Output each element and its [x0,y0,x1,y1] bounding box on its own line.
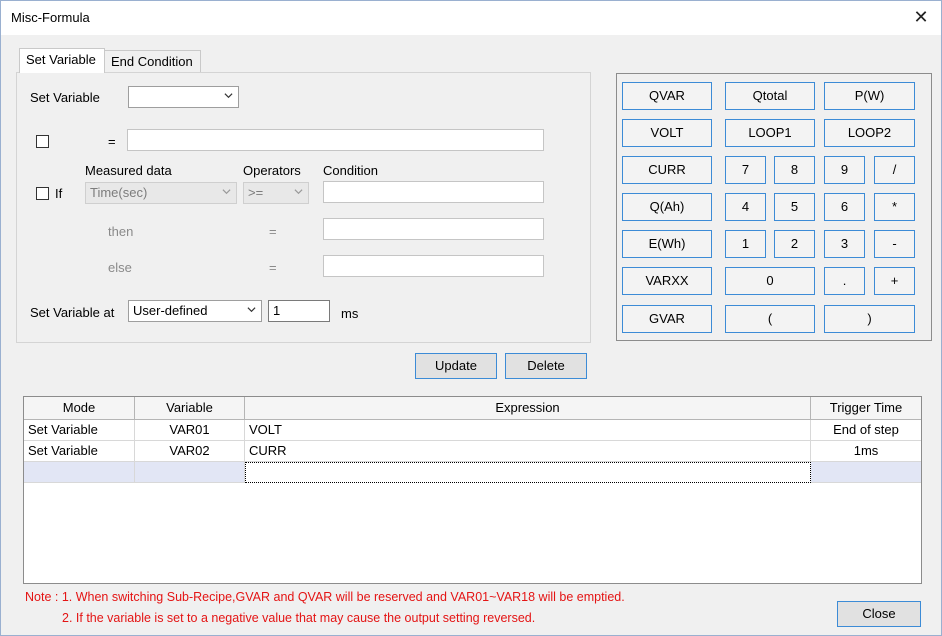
operators-header: Operators [243,163,301,178]
set-variable-label: Set Variable [30,90,100,105]
operator-select[interactable]: >= [243,182,309,204]
chevron-down-icon [222,189,231,195]
trigger-time-cell: End of step [833,422,899,437]
key-close-paren[interactable]: ) [824,305,915,333]
table-row[interactable]: Set Variable VAR02 CURR 1ms [24,441,921,462]
misc-formula-dialog: Misc-Formula ✕ Set Variable End Conditio… [0,0,942,636]
condition-input[interactable] [323,181,544,203]
chevron-down-icon [294,189,303,195]
key-3[interactable]: 3 [824,230,865,258]
table-header: Mode Variable Expression Trigger Time [24,397,921,420]
expression-cell: CURR [245,441,811,462]
key-pw[interactable]: P(W) [824,82,915,110]
trigger-time-cell[interactable] [811,462,921,483]
note-line-2: 2. If the variable is set to a negative … [62,611,536,625]
key-ewh[interactable]: E(Wh) [622,230,712,258]
key-varxx[interactable]: VARXX [622,267,712,295]
then-input[interactable] [323,218,544,240]
then-equals: = [269,224,277,239]
key-4[interactable]: 4 [725,193,766,221]
trigger-time-cell: 1ms [853,443,879,458]
table-row[interactable]: Set Variable VAR01 VOLT End of step [24,420,921,441]
column-header-mode[interactable]: Mode [24,397,135,420]
if-checkbox[interactable] [36,187,49,200]
key-8[interactable]: 8 [774,156,815,184]
key-0[interactable]: 0 [725,267,815,295]
key-qah[interactable]: Q(Ah) [622,193,712,221]
mode-cell[interactable] [24,462,135,483]
then-label: then [108,224,134,239]
tab-end-condition[interactable]: End Condition [104,50,201,73]
key-9[interactable]: 9 [824,156,865,184]
close-button[interactable]: Close [837,601,921,627]
set-variable-select[interactable] [128,86,239,108]
key-plus[interactable]: + [874,267,915,295]
set-at-mode-value: User-defined [133,303,208,318]
condition-header: Condition [323,163,378,178]
else-equals: = [269,260,277,275]
column-header-expression[interactable]: Expression [245,397,811,420]
variable-cell: VAR01 [135,420,245,441]
key-qtotal[interactable]: Qtotal [725,82,815,110]
if-label: If [55,186,63,201]
new-table-row[interactable] [24,462,921,483]
key-decimal[interactable]: . [824,267,865,295]
close-window-icon[interactable]: ✕ [911,7,931,27]
operator-value: >= [248,185,264,200]
key-volt[interactable]: VOLT [622,119,712,147]
key-loop1[interactable]: LOOP1 [725,119,815,147]
expression-input[interactable] [127,129,544,151]
note-line-1: Note : 1. When switching Sub-Recipe,GVAR… [25,590,625,604]
key-divide[interactable]: / [874,156,915,184]
key-gvar[interactable]: GVAR [622,305,712,333]
expression-cell-editor[interactable] [245,462,811,483]
key-open-paren[interactable]: ( [725,305,815,333]
key-7[interactable]: 7 [725,156,766,184]
key-2[interactable]: 2 [774,230,815,258]
key-1[interactable]: 1 [725,230,766,258]
window-title: Misc-Formula [11,10,90,25]
key-multiply[interactable]: * [874,193,915,221]
measured-data-header: Measured data [85,163,172,178]
update-button[interactable]: Update [415,353,497,379]
set-variable-panel: Set Variable = Measured data Operators C… [16,72,591,343]
variable-cell: VAR02 [135,441,245,462]
expression-checkbox[interactable] [36,135,49,148]
mode-cell: Set Variable [24,441,135,462]
key-qvar[interactable]: QVAR [622,82,712,110]
set-variable-at-label: Set Variable at [30,305,115,320]
key-loop2[interactable]: LOOP2 [824,119,915,147]
title-bar: Misc-Formula ✕ [1,1,941,35]
tab-set-variable[interactable]: Set Variable [19,48,105,73]
expression-equals: = [108,134,116,149]
formula-keypad: QVAR Qtotal P(W) VOLT LOOP1 LOOP2 CURR 7… [616,73,932,341]
delete-button[interactable]: Delete [505,353,587,379]
else-input[interactable] [323,255,544,277]
measured-data-value: Time(sec) [90,185,148,200]
variable-cell[interactable] [135,462,245,483]
chevron-down-icon [224,93,233,99]
chevron-down-icon [247,307,256,313]
set-at-time-input[interactable]: 1 [268,300,330,322]
key-6[interactable]: 6 [824,193,865,221]
column-header-variable[interactable]: Variable [135,397,245,420]
mode-cell: Set Variable [24,420,135,441]
variables-table: Mode Variable Expression Trigger Time Se… [23,396,922,584]
set-at-mode-select[interactable]: User-defined [128,300,262,322]
key-minus[interactable]: - [874,230,915,258]
set-at-unit: ms [341,306,359,321]
else-label: else [108,260,132,275]
key-5[interactable]: 5 [774,193,815,221]
measured-data-select[interactable]: Time(sec) [85,182,237,204]
column-header-trigger-time[interactable]: Trigger Time [811,397,921,420]
key-curr[interactable]: CURR [622,156,712,184]
expression-cell: VOLT [245,420,811,441]
